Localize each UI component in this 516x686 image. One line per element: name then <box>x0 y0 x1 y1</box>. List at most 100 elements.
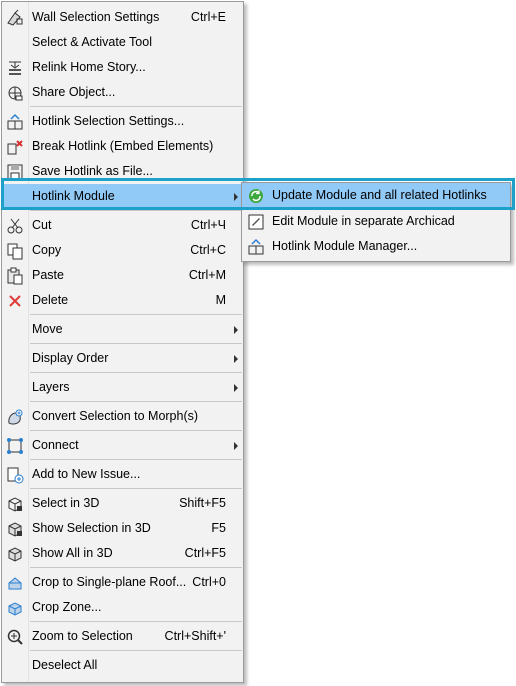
wall-settings-icon <box>6 9 24 27</box>
menu-item-shortcut: Ctrl+0 <box>192 575 226 589</box>
hotlink-settings-icon <box>6 113 24 131</box>
copy-icon <box>6 242 24 260</box>
menu-item-relink-home-story[interactable]: Relink Home Story... <box>2 55 243 80</box>
morph-icon <box>6 408 24 426</box>
scissors-icon <box>6 217 24 235</box>
menu-item-show-all-3d[interactable]: Show All in 3D Ctrl+F5 <box>2 541 243 566</box>
menu-item-layers[interactable]: Layers <box>2 375 243 400</box>
menu-separator <box>30 401 242 402</box>
show-selection-3d-icon <box>6 520 24 538</box>
menu-item-crop-roof[interactable]: Crop to Single-plane Roof... Ctrl+0 <box>2 570 243 595</box>
menu-item-add-new-issue[interactable]: Add to New Issue... <box>2 462 243 487</box>
submenu-arrow-icon <box>234 326 238 334</box>
connect-icon <box>6 437 24 455</box>
edit-module-icon <box>247 213 265 231</box>
show-all-3d-icon <box>6 545 24 563</box>
menu-item-label: Show All in 3D <box>32 546 113 560</box>
menu-item-convert-to-morph[interactable]: Convert Selection to Morph(s) <box>2 404 243 429</box>
menu-item-hotlink-selection-settings[interactable]: Hotlink Selection Settings... <box>2 109 243 134</box>
menu-item-shortcut: Ctrl+Shift+' <box>164 629 226 643</box>
menu-item-label: Layers <box>32 380 70 394</box>
menu-item-crop-zone[interactable]: Crop Zone... <box>2 595 243 620</box>
menu-item-shortcut: F5 <box>211 521 226 535</box>
menu-separator <box>30 650 242 651</box>
new-issue-icon <box>6 466 24 484</box>
menu-item-label: Cut <box>32 218 52 232</box>
submenu-arrow-icon <box>234 355 238 363</box>
menu-item-label: Convert Selection to Morph(s) <box>32 409 199 423</box>
menu-separator <box>30 372 242 373</box>
menu-item-paste[interactable]: Paste Ctrl+M <box>2 263 243 288</box>
menu-item-label: Display Order <box>32 351 109 365</box>
menu-item-delete[interactable]: Delete M <box>2 288 243 313</box>
menu-item-label: Add to New Issue... <box>32 467 141 481</box>
relink-story-icon <box>6 59 24 77</box>
menu-item-label: Select & Activate Tool <box>32 35 152 49</box>
submenu-arrow-icon <box>234 193 238 201</box>
submenu-item-module-manager[interactable]: Hotlink Module Manager... <box>242 234 510 259</box>
menu-item-label: Wall Selection Settings <box>32 10 160 24</box>
menu-item-shortcut: Ctrl+E <box>190 10 226 24</box>
menu-item-label: Select in 3D <box>32 496 100 510</box>
menu-item-shortcut: Ctrl+F5 <box>184 546 226 560</box>
submenu-item-label: Edit Module in separate Archicad <box>272 214 455 228</box>
menu-item-label: Relink Home Story... <box>32 60 146 74</box>
save-hotlink-icon <box>6 163 24 181</box>
menu-item-label: Delete <box>32 293 69 307</box>
menu-item-label: Paste <box>32 268 64 282</box>
module-manager-icon <box>247 238 265 256</box>
menu-separator <box>30 621 242 622</box>
menu-item-shortcut: Ctrl+C <box>190 243 226 257</box>
menu-separator <box>30 210 242 211</box>
select-3d-icon <box>6 495 24 513</box>
menu-item-save-hotlink-file[interactable]: Save Hotlink as File... <box>2 159 243 184</box>
menu-item-shortcut: M <box>215 293 226 307</box>
menu-item-display-order[interactable]: Display Order <box>2 346 243 371</box>
menu-item-move[interactable]: Move <box>2 317 243 342</box>
menu-item-label: Move <box>32 322 63 336</box>
menu-item-label: Deselect All <box>32 658 98 672</box>
crop-zone-icon <box>6 599 24 617</box>
menu-item-deselect-all[interactable]: Deselect All <box>2 653 243 678</box>
menu-item-label: Show Selection in 3D <box>32 521 151 535</box>
menu-item-label: Share Object... <box>32 85 116 99</box>
submenu-item-label: Update Module and all related Hotlinks <box>272 188 487 202</box>
menu-item-label: Hotlink Module <box>32 189 115 203</box>
menu-item-label: Zoom to Selection <box>32 629 133 643</box>
menu-separator <box>30 343 242 344</box>
menu-item-hotlink-module[interactable]: Hotlink Module <box>2 184 243 209</box>
menu-item-cut[interactable]: Cut Ctrl+Ч <box>2 213 243 238</box>
crop-roof-icon <box>6 574 24 592</box>
submenu-item-edit-module[interactable]: Edit Module in separate Archicad <box>242 209 510 234</box>
menu-item-label: Crop Zone... <box>32 600 102 614</box>
menu-separator <box>30 488 242 489</box>
menu-separator <box>30 106 242 107</box>
submenu-arrow-icon <box>234 384 238 392</box>
delete-x-icon <box>6 292 24 310</box>
menu-item-share-object[interactable]: Share Object... <box>2 80 243 105</box>
hotlink-module-submenu: Update Module and all related Hotlinks E… <box>241 182 511 262</box>
menu-separator <box>30 314 242 315</box>
context-menu: Wall Selection Settings Ctrl+E Select & … <box>1 1 244 683</box>
menu-item-break-hotlink[interactable]: Break Hotlink (Embed Elements) <box>2 134 243 159</box>
submenu-item-label: Hotlink Module Manager... <box>272 239 418 253</box>
menu-separator <box>30 430 242 431</box>
menu-item-select-in-3d[interactable]: Select in 3D Shift+F5 <box>2 491 243 516</box>
menu-item-label: Save Hotlink as File... <box>32 164 153 178</box>
menu-item-zoom-to-selection[interactable]: Zoom to Selection Ctrl+Shift+' <box>2 624 243 649</box>
menu-item-label: Copy <box>32 243 62 257</box>
menu-item-shortcut: Ctrl+M <box>188 268 226 282</box>
menu-item-shortcut: Ctrl+Ч <box>190 218 226 232</box>
submenu-item-update-module[interactable]: Update Module and all related Hotlinks <box>242 183 510 208</box>
submenu-arrow-icon <box>234 442 238 450</box>
break-hotlink-icon <box>6 138 24 156</box>
menu-item-label: Break Hotlink (Embed Elements) <box>32 139 214 153</box>
menu-item-connect[interactable]: Connect <box>2 433 243 458</box>
menu-item-show-selection-3d[interactable]: Show Selection in 3D F5 <box>2 516 243 541</box>
menu-item-select-activate-tool[interactable]: Select & Activate Tool <box>2 30 243 55</box>
menu-item-wall-selection-settings[interactable]: Wall Selection Settings Ctrl+E <box>2 5 243 30</box>
share-object-icon <box>6 84 24 102</box>
menu-item-shortcut: Shift+F5 <box>179 496 226 510</box>
menu-item-copy[interactable]: Copy Ctrl+C <box>2 238 243 263</box>
zoom-selection-icon <box>6 628 24 646</box>
